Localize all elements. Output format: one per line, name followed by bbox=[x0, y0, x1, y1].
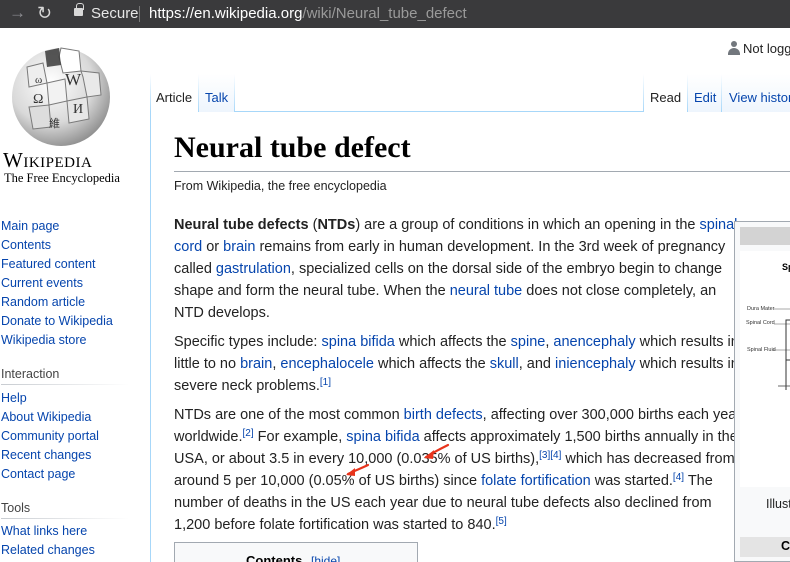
toc-hide-toggle[interactable]: [hide] bbox=[311, 554, 340, 562]
link-spine[interactable]: spine bbox=[511, 334, 546, 350]
link-brain[interactable]: brain bbox=[223, 239, 255, 255]
bold-term: Neural tube defects bbox=[174, 217, 309, 233]
link-folate-fortification[interactable]: folate fortification bbox=[481, 473, 591, 489]
link-spinal-cord[interactable]: spinal bbox=[700, 217, 738, 233]
reload-icon[interactable]: ↻ bbox=[37, 2, 52, 24]
paragraph-line: 1,200 before folate fortification was st… bbox=[174, 516, 507, 534]
sidebar-item-contents[interactable]: Contents bbox=[1, 238, 51, 252]
link-brain[interactable]: brain bbox=[240, 356, 272, 372]
citation-link[interactable]: [3] bbox=[539, 450, 550, 461]
link-gastrulation[interactable]: gastrulation bbox=[216, 261, 291, 277]
link-iniencephaly[interactable]: iniencephaly bbox=[555, 356, 636, 372]
wikipedia-globe-logo[interactable]: W Ω И 維 ω bbox=[9, 43, 113, 147]
globe-glyph-wei: 維 bbox=[49, 117, 60, 130]
link-birth-defects[interactable]: birth defects bbox=[404, 407, 483, 423]
url-path: /wiki/Neural_tube_defect bbox=[302, 5, 467, 22]
sidebar-item-store[interactable]: Wikipedia store bbox=[1, 333, 86, 347]
paragraph-line: NTD develops. bbox=[174, 305, 270, 321]
paragraph-line: shape and form the neural tube. When the… bbox=[174, 283, 717, 299]
sidebar-item-what-links-here[interactable]: What links here bbox=[1, 524, 87, 538]
forward-icon[interactable]: → bbox=[9, 3, 26, 23]
tab-view-history[interactable]: View history bbox=[722, 74, 790, 112]
tab-edit[interactable]: Edit bbox=[688, 74, 721, 112]
tab-article[interactable]: Article bbox=[151, 74, 198, 112]
paragraph-line: cord or brain remains from early in huma… bbox=[174, 239, 726, 255]
bold-term: NTDs bbox=[317, 217, 356, 233]
address-bar[interactable]: https://en.wikipedia.org/wiki/Neural_tub… bbox=[149, 5, 467, 23]
link-spina-bifida[interactable]: spina bifida bbox=[322, 334, 395, 350]
citation-link[interactable]: [4] bbox=[550, 450, 561, 461]
link-neural-tube[interactable]: neural tube bbox=[450, 283, 523, 299]
link-spinal-cord[interactable]: cord bbox=[174, 239, 202, 255]
sidebar-item-recent-changes[interactable]: Recent changes bbox=[1, 448, 91, 462]
sidebar-item-about[interactable]: About Wikipedia bbox=[1, 410, 91, 424]
infobox-diagram-title: Sp bbox=[782, 262, 790, 272]
title-divider bbox=[174, 171, 790, 172]
link-anencephaly[interactable]: anencephaly bbox=[553, 334, 635, 350]
globe-glyph-i: И bbox=[73, 102, 83, 117]
sidebar-item-random-article[interactable]: Random article bbox=[1, 295, 85, 309]
user-icon bbox=[728, 41, 740, 55]
citation-link[interactable]: [5] bbox=[496, 516, 507, 527]
link-encephalocele[interactable]: encephalocele bbox=[280, 356, 374, 372]
citation-link[interactable]: [4] bbox=[673, 472, 684, 483]
globe-glyph-small-omega: ω bbox=[35, 74, 42, 86]
sidebar-divider bbox=[1, 518, 129, 519]
paragraph-line: little to no brain, encephalocele which … bbox=[174, 356, 739, 372]
annotation-arrow bbox=[346, 463, 370, 476]
not-logged-in-label: Not logged in bbox=[743, 41, 790, 56]
paragraph-line: severe neck problems.[1] bbox=[174, 377, 331, 395]
paragraph-line: Specific types include: spina bifida whi… bbox=[174, 334, 739, 350]
site-subtitle: From Wikipedia, the free encyclopedia bbox=[174, 179, 387, 193]
spine-diagram bbox=[772, 308, 790, 390]
sidebar-heading-tools: Tools bbox=[1, 501, 31, 515]
sidebar-item-related-changes[interactable]: Related changes bbox=[1, 543, 95, 557]
secure-label: Secure bbox=[91, 5, 139, 22]
tab-talk[interactable]: Talk bbox=[199, 74, 234, 112]
url-divider bbox=[139, 6, 140, 22]
sidebar-item-help[interactable]: Help bbox=[1, 391, 27, 405]
infobox-footer-label: C bbox=[781, 539, 790, 553]
infobox-header bbox=[740, 227, 790, 245]
paragraph-line: Neural tube defects (NTDs) are a group o… bbox=[174, 217, 738, 233]
paragraph-line: called gastrulation, specialized cells o… bbox=[174, 261, 723, 277]
infobox-caption: Illust bbox=[766, 497, 790, 511]
link-skull[interactable]: skull bbox=[490, 356, 519, 372]
sidebar-item-main-page[interactable]: Main page bbox=[1, 219, 59, 233]
paragraph-line: number of deaths in the US each year due… bbox=[174, 495, 712, 511]
sidebar-divider bbox=[1, 384, 129, 385]
globe-glyph-omega: Ω bbox=[33, 92, 43, 107]
sidebar-heading-interaction: Interaction bbox=[1, 367, 60, 381]
tab-read[interactable]: Read bbox=[644, 74, 687, 112]
wikipedia-wordmark: Wikipedia bbox=[3, 148, 93, 172]
browser-toolbar: → ↻ Secure https://en.wikipedia.org/wiki… bbox=[0, 0, 790, 28]
annotation-arrow bbox=[424, 443, 450, 459]
paragraph-line: NTDs are one of the most common birth de… bbox=[174, 407, 742, 423]
sidebar-item-featured-content[interactable]: Featured content bbox=[1, 257, 96, 271]
sidebar-item-community-portal[interactable]: Community portal bbox=[1, 429, 99, 443]
page-title: Neural tube defect bbox=[174, 131, 411, 164]
lock-icon bbox=[74, 3, 84, 16]
globe-glyph-w: W bbox=[65, 70, 82, 89]
citation-link[interactable]: [2] bbox=[243, 428, 254, 439]
wikipedia-tagline: The Free Encyclopedia bbox=[4, 171, 120, 185]
url-host: https://en.wikipedia.org bbox=[149, 5, 303, 22]
sidebar-item-current-events[interactable]: Current events bbox=[1, 276, 83, 290]
toc-title: Contents bbox=[246, 553, 303, 562]
sidebar-item-donate[interactable]: Donate to Wikipedia bbox=[1, 314, 113, 328]
sidebar-item-contact-page[interactable]: Contact page bbox=[1, 467, 75, 481]
citation-link[interactable]: [1] bbox=[320, 377, 331, 388]
tab-separator bbox=[234, 74, 235, 112]
